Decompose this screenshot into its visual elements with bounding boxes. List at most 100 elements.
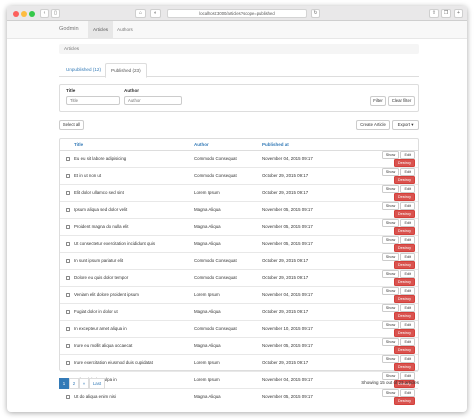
edit-button[interactable]: Edit — [400, 388, 415, 397]
destroy-button[interactable]: Destroy — [393, 294, 415, 303]
privacy-icon[interactable]: ◐ — [150, 9, 161, 18]
row-title: Elit dolor ullamco sed sint — [74, 183, 194, 201]
edit-button[interactable]: Edit — [400, 201, 415, 210]
tabs-icon[interactable]: ❐ — [441, 9, 451, 18]
nav-authors[interactable]: Authors — [112, 21, 138, 38]
destroy-button[interactable]: Destroy — [393, 345, 415, 354]
row-checkbox[interactable] — [66, 258, 70, 263]
column-title[interactable]: Title — [74, 139, 194, 151]
show-button[interactable]: Show — [381, 286, 400, 295]
show-button[interactable]: Show — [381, 269, 400, 278]
row-author: Magna Aliqua — [194, 217, 262, 235]
show-button[interactable]: Show — [381, 167, 400, 176]
row-checkbox[interactable] — [66, 156, 70, 161]
edit-button[interactable]: Edit — [400, 235, 415, 244]
destroy-button[interactable]: Destroy — [393, 209, 415, 218]
select-all-button[interactable]: Select all — [59, 120, 84, 130]
show-button[interactable]: Show — [381, 150, 400, 159]
destroy-button[interactable]: Destroy — [393, 260, 415, 269]
next-page-link[interactable]: » — [79, 378, 89, 389]
destroy-button[interactable]: Destroy — [393, 396, 415, 405]
row-actions: Show Edit Destroy — [365, 353, 418, 371]
row-checkbox[interactable] — [66, 360, 70, 365]
destroy-button[interactable]: Destroy — [393, 277, 415, 286]
show-button[interactable]: Show — [381, 218, 400, 227]
create-article-button[interactable]: Create Article — [356, 120, 390, 130]
row-checkbox[interactable] — [66, 190, 70, 195]
column-author[interactable]: Author — [194, 139, 262, 151]
table-row: Ut do aliqua enim nisi Magna Aliqua Novemb… — [60, 387, 418, 405]
export-dropdown[interactable]: Export ▾ — [392, 120, 419, 130]
show-button[interactable]: Show — [381, 337, 400, 346]
row-checkbox[interactable] — [66, 292, 70, 297]
new-tab-icon[interactable]: + — [454, 9, 463, 18]
row-checkbox[interactable] — [66, 173, 70, 178]
destroy-button[interactable]: Destroy — [393, 226, 415, 235]
edit-button[interactable]: Edit — [400, 184, 415, 193]
edit-button[interactable]: Edit — [400, 354, 415, 363]
row-select-cell — [60, 166, 74, 184]
show-button[interactable]: Show — [381, 252, 400, 261]
row-checkbox[interactable] — [66, 343, 70, 348]
share-icon[interactable]: ⇧ — [429, 9, 439, 18]
show-button[interactable]: Show — [381, 320, 400, 329]
edit-button[interactable]: Edit — [400, 150, 415, 159]
clear-filter-button[interactable]: Clear filter — [388, 96, 415, 106]
sidebar-icon[interactable]: ▯ — [51, 9, 60, 18]
show-button[interactable]: Show — [381, 184, 400, 193]
destroy-button[interactable]: Destroy — [393, 243, 415, 252]
row-checkbox[interactable] — [66, 275, 70, 280]
show-button[interactable]: Show — [381, 388, 400, 397]
author-label: Author — [124, 88, 140, 93]
row-checkbox[interactable] — [66, 241, 70, 246]
show-button[interactable]: Show — [381, 201, 400, 210]
column-published-at[interactable]: Published at — [262, 139, 365, 151]
page-1-link[interactable]: 1 — [59, 378, 69, 389]
edit-button[interactable]: Edit — [400, 320, 415, 329]
filter-button[interactable]: Filter — [370, 96, 386, 106]
row-checkbox[interactable] — [66, 224, 70, 229]
edit-button[interactable]: Edit — [400, 167, 415, 176]
brand-logo[interactable]: Godmin — [59, 26, 79, 32]
show-button[interactable]: Show — [381, 235, 400, 244]
destroy-button[interactable]: Destroy — [393, 158, 415, 167]
edit-button[interactable]: Edit — [400, 269, 415, 278]
table-header-row: Title Author Published at — [60, 139, 418, 151]
table-row: In sunt ipsum pariatur elit Commodo Conse… — [60, 251, 418, 269]
edit-button[interactable]: Edit — [400, 218, 415, 227]
address-bar[interactable]: localhost:3000/articles?scope=published — [167, 9, 307, 18]
nav-articles[interactable]: Articles — [88, 21, 114, 38]
close-window-button[interactable] — [13, 10, 19, 17]
edit-button[interactable]: Edit — [400, 337, 415, 346]
back-icon[interactable]: ‹ — [40, 9, 49, 18]
edit-button[interactable]: Edit — [400, 286, 415, 295]
edit-button[interactable]: Edit — [400, 252, 415, 261]
tab-published[interactable]: Published (23) — [105, 63, 147, 78]
row-checkbox[interactable] — [66, 309, 70, 314]
edit-button[interactable]: Edit — [400, 303, 415, 312]
row-checkbox[interactable] — [66, 207, 70, 212]
row-actions: Show Edit Destroy — [365, 200, 418, 218]
minimize-window-button[interactable] — [21, 10, 27, 17]
destroy-button[interactable]: Destroy — [393, 311, 415, 320]
page-2-link[interactable]: 2 — [69, 378, 79, 389]
last-page-link[interactable]: Last — [89, 378, 105, 389]
row-author: Commodo Consequat — [194, 149, 262, 167]
home-icon[interactable]: ⌂ — [135, 9, 146, 18]
tab-unpublished[interactable]: Unpublished (12) — [61, 63, 106, 77]
row-checkbox[interactable] — [66, 394, 70, 399]
maximize-window-button[interactable] — [29, 10, 35, 17]
pagination: 1 2 » Last Showing 15 out of 23 articles — [59, 378, 419, 389]
author-filter-input[interactable] — [124, 96, 182, 105]
destroy-button[interactable]: Destroy — [393, 192, 415, 201]
destroy-button[interactable]: Destroy — [393, 175, 415, 184]
show-button[interactable]: Show — [381, 303, 400, 312]
title-filter-input[interactable] — [66, 96, 120, 105]
row-actions: Show Edit Destroy — [365, 149, 418, 167]
row-checkbox[interactable] — [66, 326, 70, 331]
destroy-button[interactable]: Destroy — [393, 328, 415, 337]
show-button[interactable]: Show — [381, 354, 400, 363]
row-title: Ut consectetur exercitation incididunt q… — [74, 234, 194, 252]
destroy-button[interactable]: Destroy — [393, 362, 415, 371]
reload-icon[interactable]: ↻ — [311, 9, 320, 18]
